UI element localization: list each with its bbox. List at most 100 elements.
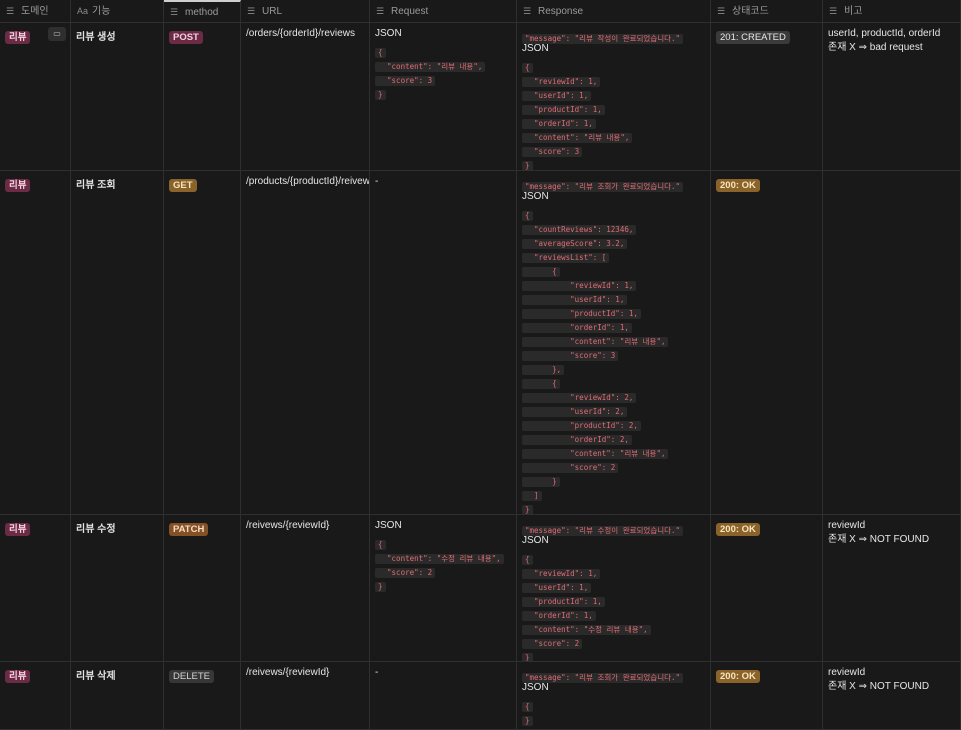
cell-domain[interactable]: 리뷰 <box>0 170 71 514</box>
column-header-method[interactable]: ☰ method <box>164 0 241 22</box>
code-line: } <box>522 647 705 661</box>
code-line: "content": "수정 리뷰 내용", <box>375 548 511 564</box>
table-row[interactable]: 리뷰 리뷰 조회 GET/products/{productId}/reivews -… <box>0 170 961 515</box>
code-line: "message": "리뷰 조회가 완료되었습니다." <box>522 176 705 192</box>
note-line: reviewId <box>828 667 866 678</box>
cell-feature[interactable]: 리뷰 조회 <box>71 170 164 514</box>
code-line: ] <box>522 485 705 501</box>
cell-response[interactable]: "message": "리뷰 조회가 완료되었습니다." JSON {} <box>517 661 711 729</box>
code-line: "productId": 1, <box>522 303 705 319</box>
response-code-line: } <box>522 161 533 170</box>
response-message: "message": "리뷰 조회가 완료되었습니다." <box>522 667 705 683</box>
column-label: Response <box>538 6 584 17</box>
cell-note[interactable]: reviewId 존재 X ⇒ NOT FOUND <box>823 661 961 729</box>
code-line: { <box>522 261 705 277</box>
cell-url[interactable]: /products/{productId}/reivews <box>241 170 370 514</box>
cell-response[interactable]: "message": "리뷰 작성이 완료되었습니다." JSON { "revie… <box>517 22 711 170</box>
cell-status[interactable]: 200: OK <box>711 514 823 661</box>
cell-status[interactable]: 200: OK <box>711 170 823 514</box>
column-header-response[interactable]: ☰ Response <box>517 0 711 22</box>
code-line: { <box>522 57 705 73</box>
cell-response[interactable]: "message": "리뷰 수정이 완료되었습니다." JSON { "revie… <box>517 514 711 661</box>
response-format: JSON <box>522 191 549 202</box>
code-line: "content": "수정 리뷰 내용", <box>522 619 705 635</box>
table-row[interactable]: 리뷰 리뷰 삭제 DELETE/reivews/{reviewId} - "messag… <box>0 661 961 730</box>
code-line: "content": "리뷰 내용", <box>522 443 705 459</box>
list-icon: ☰ <box>6 6 15 16</box>
column-header-request[interactable]: ☰ Request <box>370 0 517 22</box>
response-code-line: } <box>522 505 533 514</box>
cell-method[interactable]: POST <box>164 22 241 170</box>
response-code-line: } <box>522 653 533 661</box>
column-header-domain[interactable]: ☰ 도메인 <box>0 0 71 22</box>
method-badge: POST <box>169 31 203 44</box>
code-line: "content": "리뷰 내용", <box>375 56 511 72</box>
cell-request[interactable]: - <box>370 170 517 514</box>
code-line: "content": "리뷰 내용", <box>522 331 705 347</box>
column-label: method <box>185 7 219 18</box>
note-line: reviewId <box>828 520 866 531</box>
code-line: "productId": 1, <box>522 99 705 115</box>
column-header-note[interactable]: ☰ 비고 <box>823 0 961 22</box>
request-format: - <box>375 667 379 678</box>
list-icon: ☰ <box>170 7 179 17</box>
code-line: "content": "리뷰 내용", <box>522 127 705 143</box>
cell-method[interactable]: GET <box>164 170 241 514</box>
code-line: "orderId": 1, <box>522 113 705 129</box>
column-header-status[interactable]: ☰ 상태코드 <box>711 0 823 22</box>
code-line: "score": 2 <box>522 633 705 649</box>
comment-icon[interactable]: ▭ <box>48 27 66 41</box>
cell-domain[interactable]: 리뷰 ▭ <box>0 22 71 170</box>
cell-note[interactable]: reviewId 존재 X ⇒ NOT FOUND <box>823 514 961 661</box>
cell-domain[interactable]: 리뷰 <box>0 661 71 729</box>
request-format: JSON <box>375 520 402 531</box>
endpoint-url: /reivews/{reviewId} <box>246 667 330 678</box>
note-line: 존재 X ⇒ bad request <box>828 42 923 53</box>
response-format: JSON <box>522 682 549 693</box>
code-line: { <box>375 42 511 58</box>
cell-domain[interactable]: 리뷰 <box>0 514 71 661</box>
request-format: - <box>375 176 379 187</box>
column-label: 기능 <box>92 6 111 17</box>
code-line: { <box>522 373 705 389</box>
column-header-url[interactable]: ☰ URL <box>241 0 370 22</box>
code-line: "productId": 2, <box>522 415 705 431</box>
cell-feature[interactable]: 리뷰 삭제 <box>71 661 164 729</box>
cell-request[interactable]: JSON { "content": "수정 리뷰 내용", "score": 2} <box>370 514 517 661</box>
response-code-block: { "reviewId": 1, "userId": 1, "productId… <box>522 549 705 661</box>
cell-note[interactable] <box>823 170 961 514</box>
cell-url[interactable]: /orders/{orderId}/reviews <box>241 22 370 170</box>
domain-badge: 리뷰 <box>5 179 31 192</box>
cell-note[interactable]: userId, productId, orderId 존재 X ⇒ bad req… <box>823 22 961 170</box>
code-line: } <box>522 499 705 514</box>
cell-method[interactable]: DELETE <box>164 661 241 729</box>
cell-feature[interactable]: 리뷰 수정 <box>71 514 164 661</box>
method-badge: PATCH <box>169 523 209 536</box>
cell-request[interactable]: JSON { "content": "리뷰 내용", "score": 3} <box>370 22 517 170</box>
table-header: ☰ 도메인 Aa 기능 ☰ method ☰ URL ☰ Request ☰ Respons… <box>0 0 961 23</box>
cell-method[interactable]: PATCH <box>164 514 241 661</box>
column-label: 상태코드 <box>732 6 769 17</box>
request-format: JSON <box>375 28 402 39</box>
column-label: 비고 <box>844 6 863 17</box>
code-line: "score": 3 <box>375 70 511 86</box>
cell-url[interactable]: /reivews/{reviewId} <box>241 514 370 661</box>
response-message-line: "message": "리뷰 수정이 완료되었습니다." <box>522 526 684 536</box>
cell-status[interactable]: 200: OK <box>711 661 823 729</box>
cell-url[interactable]: /reivews/{reviewId} <box>241 661 370 729</box>
code-line: } <box>522 471 705 487</box>
note-line: userId, productId, orderId <box>828 28 941 39</box>
status-code-badge: 201: CREATED <box>716 31 790 44</box>
cell-status[interactable]: 201: CREATED <box>711 22 823 170</box>
response-message: "message": "리뷰 작성이 완료되었습니다." <box>522 28 705 44</box>
cell-response[interactable]: "message": "리뷰 조회가 완료되었습니다." JSON { "count… <box>517 170 711 514</box>
cell-feature[interactable]: 리뷰 생성◧ 열기 <box>71 22 164 170</box>
code-line: "userId": 1, <box>522 577 705 593</box>
title-icon: Aa <box>77 6 89 16</box>
cell-request[interactable]: - <box>370 661 517 729</box>
table-row[interactable]: 리뷰 ▭ 리뷰 생성◧ 열기 POST/orders/{orderId}/review… <box>0 22 961 171</box>
status-code-badge: 200: OK <box>716 670 760 683</box>
column-header-feature[interactable]: Aa 기능 <box>71 0 164 22</box>
code-line: "score": 3 <box>522 345 705 361</box>
table-row[interactable]: 리뷰 리뷰 수정 PATCH/reivews/{reviewId} JSON { "co… <box>0 514 961 662</box>
